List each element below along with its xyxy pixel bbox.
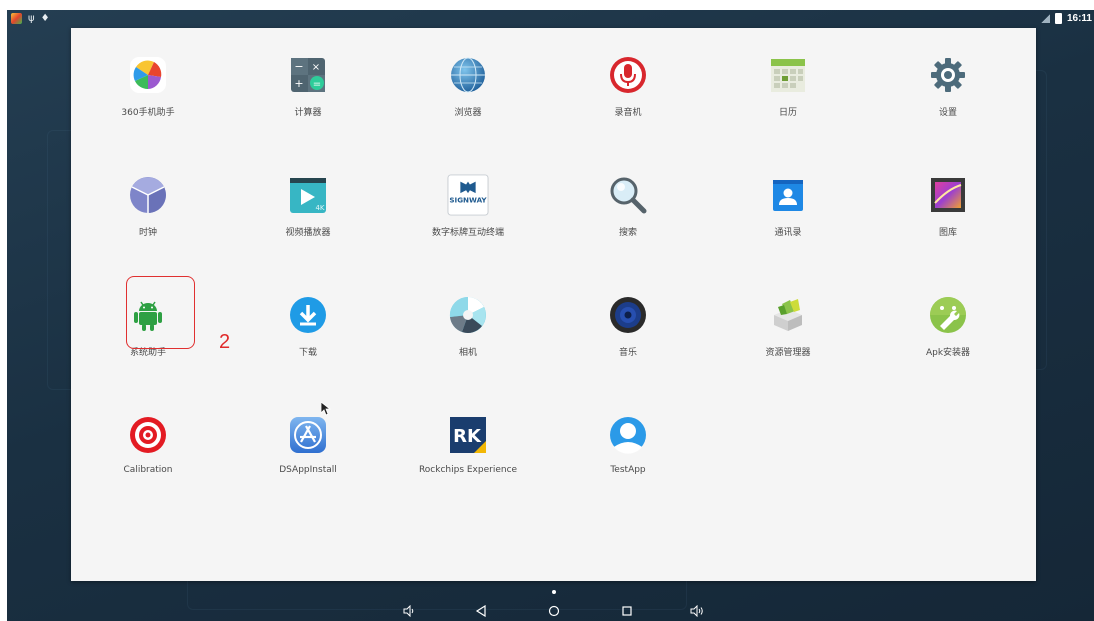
app-dsappinstall[interactable]: DSAppInstall [253, 414, 363, 494]
app-label: Rockchips Experience [418, 465, 518, 475]
360-assistant-icon [127, 54, 169, 96]
svg-text:4K: 4K [315, 204, 324, 212]
volume-down-icon[interactable] [401, 603, 417, 619]
video-player-icon: 4K [287, 174, 329, 216]
svg-text:−: − [294, 60, 303, 73]
app-label: 计算器 [294, 108, 322, 118]
rk-icon-text: RK [453, 426, 482, 447]
app-label: 录音机 [614, 108, 642, 118]
camera-icon [447, 294, 489, 336]
test-app-icon [607, 414, 649, 456]
app-calibration[interactable]: Calibration [93, 414, 203, 494]
app-settings[interactable]: 设置 [893, 54, 1003, 134]
app-calculator[interactable]: − × + = 计算器 [253, 54, 363, 134]
calculator-icon: − × + = [287, 54, 329, 96]
signway-icon-text: SIGNWAY [449, 196, 487, 205]
app-search[interactable]: 搜索 [573, 174, 683, 254]
browser-globe-icon [447, 54, 489, 96]
svg-text:=: = [313, 79, 321, 90]
app-label: 日历 [778, 108, 797, 118]
app-notification-icon [11, 13, 22, 24]
android-screen: ψ ♦ 16:11 360手机助手 − × + = 计算器 浏览器 录音机 日历… [7, 10, 1094, 621]
gear-icon [927, 54, 969, 96]
usb-icon: ψ [28, 13, 35, 24]
app-label: 资源管理器 [765, 348, 811, 358]
gallery-icon [927, 174, 969, 216]
clock-icon [127, 174, 169, 216]
app-camera[interactable]: 相机 [413, 294, 523, 374]
app-label: 下载 [298, 348, 317, 358]
app-rockchips-experience[interactable]: RK Rockchips Experience [413, 414, 523, 494]
navigation-bar [7, 581, 1094, 621]
recents-icon[interactable] [619, 603, 635, 619]
status-bar: ψ ♦ 16:11 [7, 10, 1094, 28]
app-signway[interactable]: SIGNWAY 数字标牌互动终端 [413, 174, 523, 254]
app-label: DSAppInstall [279, 465, 337, 475]
app-label: 时钟 [138, 228, 157, 238]
app-drawer: 360手机助手 − × + = 计算器 浏览器 录音机 日历 设置 时钟 4K … [71, 28, 1036, 581]
app-label: 搜索 [618, 228, 637, 238]
calibration-target-icon [127, 414, 169, 456]
download-icon [287, 294, 329, 336]
app-label: 数字标牌互动终端 [431, 228, 504, 238]
app-label: 设置 [938, 108, 957, 118]
app-label: 视频播放器 [285, 228, 331, 238]
app-clock[interactable]: 时钟 [93, 174, 203, 254]
back-icon[interactable] [473, 603, 489, 619]
app-label: 音乐 [618, 348, 637, 358]
app-label: Calibration [123, 465, 173, 475]
app-360-assistant[interactable]: 360手机助手 [93, 54, 203, 134]
home-icon[interactable] [546, 603, 562, 619]
step-number-annotation: 2 [219, 331, 231, 353]
svg-text:×: × [312, 62, 320, 73]
app-label: TestApp [610, 465, 646, 475]
signal-icon [1040, 14, 1050, 23]
app-apk-installer[interactable]: Apk安装器 [893, 294, 1003, 374]
signway-icon: SIGNWAY [447, 174, 489, 216]
rk-icon: RK [447, 414, 489, 456]
page-indicator-dot [552, 590, 556, 594]
app-recorder[interactable]: 录音机 [573, 54, 683, 134]
app-label: Apk安装器 [925, 348, 971, 358]
microphone-icon [607, 54, 649, 96]
app-label: 图库 [938, 228, 957, 238]
app-video-player[interactable]: 4K 视频播放器 [253, 174, 363, 254]
mouse-pointer-icon [320, 401, 332, 420]
app-file-manager[interactable]: 资源管理器 [733, 294, 843, 374]
search-icon [607, 174, 649, 216]
app-calendar[interactable]: 日历 [733, 54, 843, 134]
app-downloads[interactable]: 下载 [253, 294, 363, 374]
app-label: 相机 [458, 348, 477, 358]
app-label: 浏览器 [454, 108, 482, 118]
file-manager-icon [767, 294, 809, 336]
battery-icon [1054, 13, 1062, 24]
status-time: 16:11 [1066, 13, 1092, 24]
apk-installer-icon [927, 294, 969, 336]
volume-up-icon[interactable] [689, 603, 705, 619]
app-gallery[interactable]: 图库 [893, 174, 1003, 254]
music-speaker-icon [607, 294, 649, 336]
app-store-icon [287, 414, 329, 456]
app-label: 通讯录 [774, 228, 802, 238]
app-contacts[interactable]: 通讯录 [733, 174, 843, 254]
app-testapp[interactable]: TestApp [573, 414, 683, 494]
app-label: 360手机助手 [121, 108, 175, 118]
debug-icon: ♦ [40, 13, 50, 24]
contacts-icon [767, 174, 809, 216]
highlight-box [126, 276, 195, 349]
app-music[interactable]: 音乐 [573, 294, 683, 374]
svg-text:+: + [294, 77, 303, 90]
app-browser[interactable]: 浏览器 [413, 54, 523, 134]
calendar-icon [767, 54, 809, 96]
